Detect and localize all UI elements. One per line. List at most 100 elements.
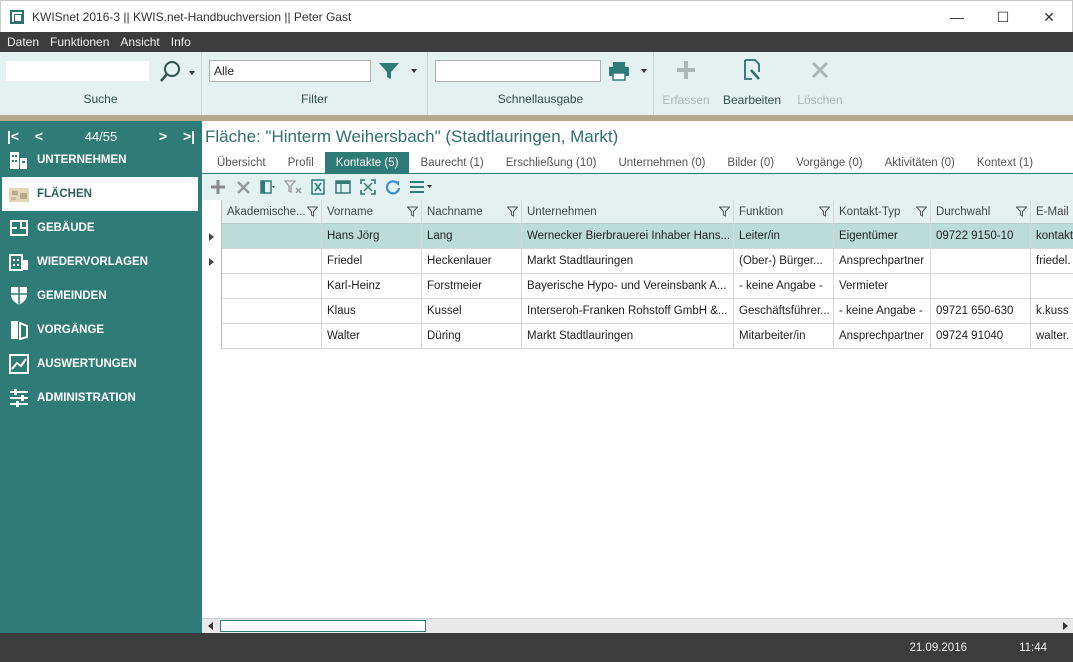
refresh-icon[interactable] xyxy=(382,176,404,198)
delete-row-icon[interactable] xyxy=(232,176,254,198)
grid-cell[interactable]: Eigentümer xyxy=(834,224,931,249)
table-row[interactable]: Klaus Kussel Interseroh-Franken Rohstoff… xyxy=(202,299,1073,324)
column-filter-icon[interactable] xyxy=(407,206,418,217)
column-header-nachname[interactable]: Nachname xyxy=(422,200,522,224)
tab-erschliessung[interactable]: Erschließung (10) xyxy=(495,152,608,173)
maximize-button[interactable]: ☐ xyxy=(980,1,1026,33)
first-record-icon[interactable]: |< xyxy=(0,128,26,144)
grid-cell[interactable]: k.kuss xyxy=(1031,299,1073,324)
column-filter-icon[interactable] xyxy=(307,206,318,217)
sidebar-item-wiedervorlagen[interactable]: WIEDERVORLAGEN xyxy=(0,245,202,279)
column-filter-icon[interactable] xyxy=(819,206,830,217)
grid-cell[interactable] xyxy=(222,224,322,249)
grid-cell[interactable]: Düring xyxy=(422,324,522,349)
horizontal-scrollbar[interactable] xyxy=(202,618,1073,633)
grid-cell[interactable]: Markt Stadtlauringen xyxy=(522,324,734,349)
grid-cell[interactable]: Walter xyxy=(322,324,422,349)
menu-ansicht[interactable]: Ansicht xyxy=(120,35,159,49)
layout-icon[interactable] xyxy=(332,176,354,198)
close-button[interactable]: ✕ xyxy=(1026,1,1072,33)
minimize-button[interactable]: — xyxy=(934,1,980,33)
fit-columns-icon[interactable] xyxy=(357,176,379,198)
tab-kontakte[interactable]: Kontakte (5) xyxy=(324,152,410,173)
filter-input[interactable] xyxy=(209,60,371,82)
table-row[interactable]: Karl-Heinz Forstmeier Bayerische Hypo- u… xyxy=(202,274,1073,299)
column-chooser-icon[interactable] xyxy=(257,176,279,198)
row-indicator[interactable] xyxy=(202,274,222,299)
grid-cell[interactable]: Ansprechpartner xyxy=(834,324,931,349)
grid-cell[interactable]: 09722 9150-10 xyxy=(931,224,1031,249)
sidebar-item-unternehmen[interactable]: UNTERNEHMEN xyxy=(0,143,202,177)
grid-cell[interactable] xyxy=(222,249,322,274)
row-indicator[interactable] xyxy=(202,299,222,324)
next-record-icon[interactable]: > xyxy=(150,128,176,144)
sidebar-item-administration[interactable]: ADMINISTRATION xyxy=(0,381,202,415)
sidebar-item-auswertungen[interactable]: AUSWERTUNGEN xyxy=(0,347,202,381)
column-header-durchwahl[interactable]: Durchwahl xyxy=(931,200,1031,224)
menu-funktionen[interactable]: Funktionen xyxy=(50,35,109,49)
column-header-email[interactable]: E-Mail xyxy=(1031,200,1073,224)
grid-cell[interactable]: friedel. xyxy=(1031,249,1073,274)
grid-cell[interactable]: Klaus xyxy=(322,299,422,324)
table-row[interactable]: Friedel Heckenlauer Markt Stadtlauringen… xyxy=(202,249,1073,274)
grid-cell[interactable]: kontakt xyxy=(1031,224,1073,249)
grid-cell[interactable]: 09721 650-630 xyxy=(931,299,1031,324)
grid-cell[interactable]: - keine Angabe - xyxy=(834,299,931,324)
magnifier-icon[interactable] xyxy=(157,60,183,84)
column-filter-icon[interactable] xyxy=(916,206,927,217)
clear-filter-icon[interactable] xyxy=(282,176,304,198)
tab-vorgaenge[interactable]: Vorgänge (0) xyxy=(785,152,874,173)
column-header-funktion[interactable]: Funktion xyxy=(734,200,834,224)
grid-cell[interactable]: Kussel xyxy=(422,299,522,324)
grid-cell[interactable] xyxy=(931,249,1031,274)
table-row[interactable]: Hans Jörg Lang Wernecker Bierbrauerei In… xyxy=(202,224,1073,249)
tab-aktivitaeten[interactable]: Aktivitäten (0) xyxy=(874,152,966,173)
grid-cell[interactable]: Vermieter xyxy=(834,274,931,299)
grid-cell[interactable]: Markt Stadtlauringen xyxy=(522,249,734,274)
grid-cell[interactable]: Heckenlauer xyxy=(422,249,522,274)
bearbeiten-button[interactable]: Bearbeiten xyxy=(722,58,782,110)
grid-cell[interactable] xyxy=(222,274,322,299)
column-filter-icon[interactable] xyxy=(507,206,518,217)
grid-cell[interactable]: Wernecker Bierbrauerei Inhaber Hans... xyxy=(522,224,734,249)
sidebar-item-vorgaenge[interactable]: VORGÄNGE xyxy=(0,313,202,347)
erfassen-button[interactable]: Erfassen xyxy=(656,58,716,110)
sidebar-item-flaechen[interactable]: FLÄCHEN xyxy=(2,177,198,211)
grid-cell[interactable]: Ansprechpartner xyxy=(834,249,931,274)
scroll-left-icon[interactable] xyxy=(202,619,219,633)
search-input[interactable] xyxy=(5,60,150,82)
previous-record-icon[interactable]: < xyxy=(26,128,52,144)
scroll-right-icon[interactable] xyxy=(1056,619,1073,633)
grid-cell[interactable]: Friedel xyxy=(322,249,422,274)
printer-icon[interactable] xyxy=(606,60,632,82)
scrollbar-thumb[interactable] xyxy=(220,620,426,632)
filter-dropdown-icon[interactable] xyxy=(411,69,417,73)
grid-cell[interactable]: Bayerische Hypo- und Vereinsbank A... xyxy=(522,274,734,299)
grid-cell[interactable] xyxy=(931,274,1031,299)
table-row[interactable]: Walter Düring Markt Stadtlauringen Mitar… xyxy=(202,324,1073,349)
grid-cell[interactable]: Karl-Heinz xyxy=(322,274,422,299)
column-filter-icon[interactable] xyxy=(1016,206,1027,217)
column-header-vorname[interactable]: Vorname xyxy=(322,200,422,224)
grid-cell[interactable] xyxy=(222,324,322,349)
grid-cell[interactable]: - keine Angabe - xyxy=(734,274,834,299)
tab-kontext[interactable]: Kontext (1) xyxy=(966,152,1044,173)
quick-output-input[interactable] xyxy=(435,60,601,82)
excel-export-icon[interactable] xyxy=(307,176,329,198)
grid-cell[interactable]: walter. xyxy=(1031,324,1073,349)
column-header-unternehmen[interactable]: Unternehmen xyxy=(522,200,734,224)
row-indicator[interactable] xyxy=(202,324,222,349)
tab-uebersicht[interactable]: Übersicht xyxy=(206,152,277,173)
grid-cell[interactable] xyxy=(222,299,322,324)
quick-output-dropdown-icon[interactable] xyxy=(641,69,647,73)
grid-cell[interactable]: Hans Jörg xyxy=(322,224,422,249)
grid-cell[interactable]: (Ober-) Bürger... xyxy=(734,249,834,274)
grid-cell[interactable]: Geschäftsführer... xyxy=(734,299,834,324)
grid-cell[interactable]: Forstmeier xyxy=(422,274,522,299)
grid-cell[interactable]: Mitarbeiter/in xyxy=(734,324,834,349)
tab-unternehmen[interactable]: Unternehmen (0) xyxy=(607,152,716,173)
menu-info[interactable]: Info xyxy=(171,35,191,49)
grid-cell[interactable] xyxy=(1031,274,1073,299)
search-dropdown-icon[interactable] xyxy=(189,71,195,75)
tab-baurecht[interactable]: Baurecht (1) xyxy=(409,152,494,173)
